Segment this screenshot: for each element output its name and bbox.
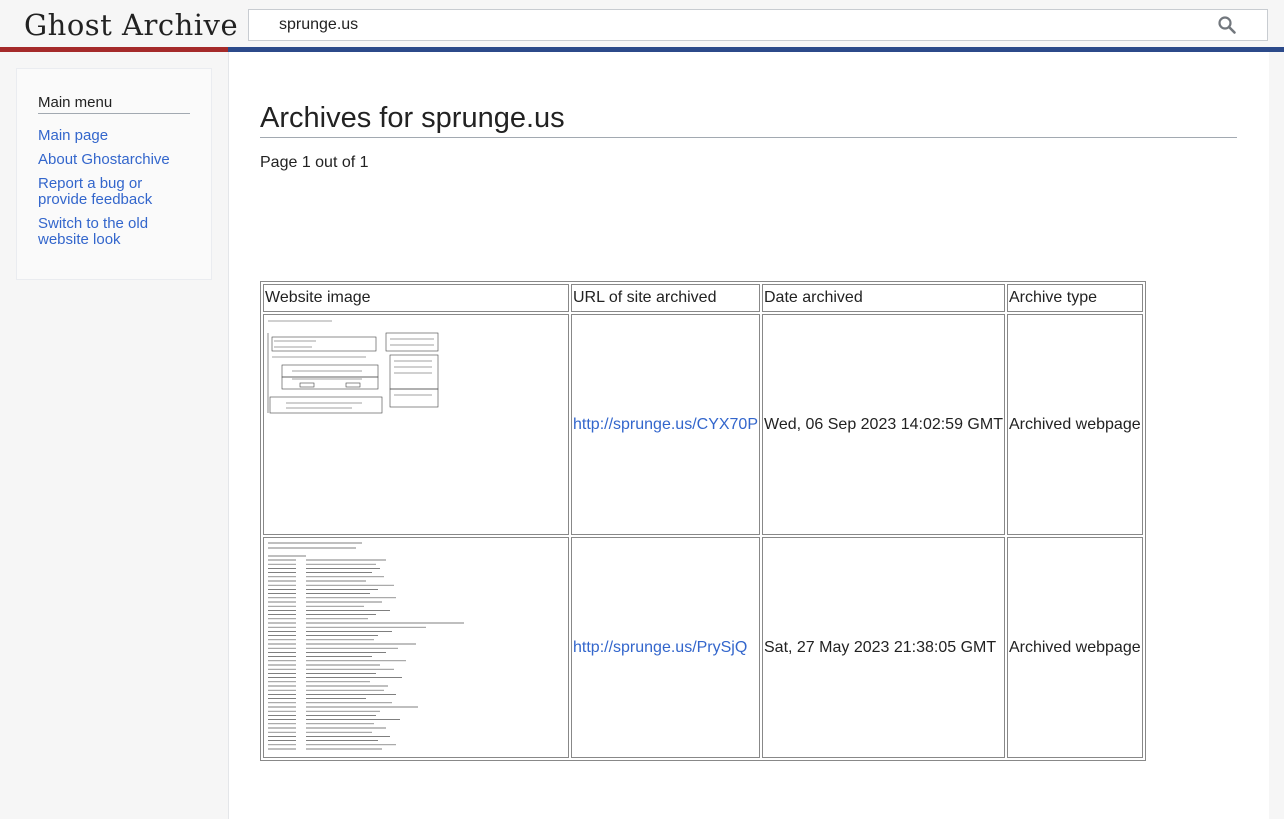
- search-box: [248, 9, 1268, 41]
- sidebar-item-report-bug[interactable]: Report a bug or provide feedback: [38, 176, 188, 208]
- sidebar: Main menu Main page About Ghostarchive R…: [16, 68, 212, 280]
- table-row: http://sprunge.us/CYX70P Wed, 06 Sep 202…: [263, 314, 1143, 535]
- archive-table: Website image URL of site archived Date …: [260, 281, 1146, 761]
- header-url: URL of site archived: [571, 284, 760, 312]
- archived-url-link[interactable]: http://sprunge.us/PrySjQ: [573, 639, 747, 656]
- page-title: Archives for sprunge.us: [260, 102, 1237, 138]
- site-logo[interactable]: Ghost Archive: [24, 8, 238, 42]
- sidebar-heading: Main menu: [38, 94, 190, 114]
- website-image-cell: [263, 537, 569, 758]
- date-cell: Wed, 06 Sep 2023 14:02:59 GMT: [762, 314, 1005, 535]
- page-count: Page 1 out of 1: [260, 154, 369, 171]
- magnifier-icon: [1218, 16, 1236, 34]
- top-bar: Ghost Archive: [0, 0, 1284, 56]
- header-date: Date archived: [762, 284, 1005, 312]
- url-cell: http://sprunge.us/PrySjQ: [571, 537, 760, 758]
- table-header-row: Website image URL of site archived Date …: [263, 284, 1143, 312]
- date-cell: Sat, 27 May 2023 21:38:05 GMT: [762, 537, 1005, 758]
- archived-url-link[interactable]: http://sprunge.us/CYX70P: [573, 416, 758, 433]
- search-button[interactable]: [1215, 13, 1239, 37]
- sidebar-item-old-look[interactable]: Switch to the old website look: [38, 216, 188, 248]
- sidebar-item-about[interactable]: About Ghostarchive: [38, 152, 188, 168]
- header-website-image: Website image: [263, 284, 569, 312]
- archive-type-cell: Archived webpage: [1006, 537, 1143, 758]
- archive-type-cell: Archived webpage: [1006, 314, 1143, 535]
- table-row: http://sprunge.us/PrySjQ Sat, 27 May 202…: [263, 537, 1143, 758]
- url-cell: http://sprunge.us/CYX70P: [571, 314, 760, 535]
- website-image-cell: [263, 314, 569, 535]
- sidebar-item-main-page[interactable]: Main page: [38, 128, 188, 144]
- website-screenshot-thumbnail[interactable]: [266, 317, 441, 415]
- search-input[interactable]: [279, 15, 1199, 35]
- header-archive-type: Archive type: [1006, 284, 1143, 312]
- main-content: Archives for sprunge.us Page 1 out of 1 …: [228, 52, 1269, 819]
- website-screenshot-thumbnail[interactable]: [266, 540, 466, 754]
